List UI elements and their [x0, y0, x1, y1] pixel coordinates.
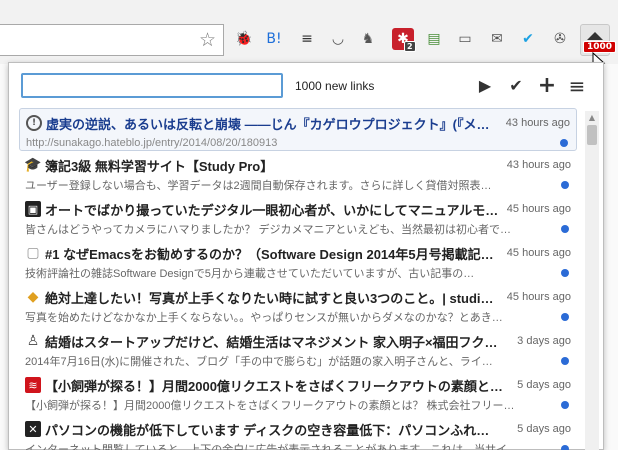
scrollbar[interactable]: ▲	[585, 111, 599, 450]
favicon-icon: ✕	[25, 421, 41, 437]
unread-dot-icon[interactable]	[561, 268, 569, 277]
list-item[interactable]: ✕ パソコンの機能が低下しています ディスクの空き容量低下：パソコンふれ… 5 …	[19, 415, 577, 450]
link-snippet: ユーザー登録しない場合も、学習データは2週間自動保存されます。さらに詳しく貸借対…	[25, 179, 492, 192]
favicon-icon: ≋	[25, 377, 41, 393]
scroll-up-arrow-icon[interactable]: ▲	[585, 111, 599, 125]
bookmark-star-icon[interactable]: ☆	[199, 30, 219, 50]
address-bar[interactable]	[0, 24, 224, 56]
evernote-icon[interactable]: ♞	[357, 28, 379, 50]
search-input[interactable]	[21, 73, 283, 98]
link-title[interactable]: 虚実の逆説、あるいは反転と崩壊 ――じん『カゲロウプロジェクト』(『メカク…	[46, 114, 500, 133]
buffer-icon[interactable]: ≡	[296, 28, 318, 50]
link-title[interactable]: 絶対上達したい！写真が上手くなりたい時に試すと良い3つのこと。| studi…	[45, 288, 501, 307]
unread-dot-icon[interactable]	[560, 138, 568, 147]
link-title[interactable]: 簿記3級 無料学習サイト【Study Pro】	[45, 156, 501, 175]
checkbox-icon[interactable]: ✔	[517, 28, 539, 50]
favicon-icon: !	[26, 115, 42, 131]
pocket-icon[interactable]: ◡	[327, 28, 349, 50]
list-item[interactable]: ♙ 結婚はスタートアップだけど、結婚生活はマネジメント 家入明子×福田フク… 3…	[19, 327, 577, 371]
link-age: 3 days ago	[517, 335, 571, 347]
new-links-count: 1000 new links	[295, 79, 375, 93]
menu-button[interactable]: ≡	[567, 76, 587, 96]
list-item[interactable]: ▢ #1 なぜEmacsをお勧めするのか？（Software Design 20…	[19, 239, 577, 283]
link-snippet: http://sunakago.hateblo.jp/entry/2014/08…	[26, 136, 278, 149]
link-snippet: 【小飼弾が探る！】月間2000億リクエストをさばくフリークアウトの素顔とは？ 株…	[25, 399, 515, 412]
link-title[interactable]: 【小飼弾が探る！】月間2000億リクエストをさばくフリークアウトの素顔とは…	[45, 376, 511, 395]
link-age: 45 hours ago	[506, 203, 571, 215]
link-title[interactable]: パソコンの機能が低下しています ディスクの空き容量低下：パソコンふれ…	[45, 420, 511, 439]
list-item[interactable]: 🎓 簿記3級 無料学習サイト【Study Pro】 43 hours ago ユ…	[19, 151, 577, 195]
link-reader-popup: 1000 new links ▶ ✔ + ≡ ! 虚実の逆説、あるいは反転と崩壊…	[8, 62, 604, 450]
link-age: 43 hours ago	[505, 117, 570, 129]
add-button[interactable]: +	[537, 75, 557, 97]
link-title[interactable]: #1 なぜEmacsをお勧めするのか？（Software Design 2014…	[45, 244, 501, 263]
unread-dot-icon[interactable]	[561, 312, 569, 321]
link-list: ! 虚実の逆説、あるいは反転と崩壊 ――じん『カゲロウプロジェクト』(『メカク……	[19, 108, 577, 450]
bug-icon[interactable]: 🐞	[233, 28, 255, 50]
unread-dot-icon[interactable]	[561, 356, 569, 365]
list-item[interactable]: ≋ 【小飼弾が探る！】月間2000億リクエストをさばくフリークアウトの素顔とは……	[19, 371, 577, 415]
link-age: 5 days ago	[517, 423, 571, 435]
favicon-icon: 🎓	[24, 157, 42, 173]
satellite-icon[interactable]: ✇	[549, 28, 571, 50]
favicon-icon: ▢	[26, 245, 40, 261]
feed-icon[interactable]: ▤	[423, 28, 445, 50]
scroll-thumb[interactable]	[587, 125, 597, 145]
link-age: 5 days ago	[517, 379, 571, 391]
link-snippet: 皆さんはどうやってカメラにハマりましたか？ デジカメマニアといえども、当然最初は…	[25, 223, 511, 236]
link-age: 43 hours ago	[506, 159, 571, 171]
extension-badge: 2	[404, 41, 416, 52]
unread-dot-icon[interactable]	[561, 180, 569, 189]
unread-dot-icon[interactable]	[561, 400, 569, 409]
list-item[interactable]: ! 虚実の逆説、あるいは反転と崩壊 ――じん『カゲロウプロジェクト』(『メカク……	[19, 108, 577, 151]
link-snippet: 2014年7月16日(水)に開催された、ブログ「手の中で膨らむ」が話題の家入明子…	[25, 355, 493, 368]
favicon-icon: ♙	[26, 333, 40, 349]
reader-icon[interactable]: ▭	[454, 28, 476, 50]
link-snippet: インターネット閲覧していると、上下の余白に広告が表示されることがあります。これは…	[25, 443, 519, 450]
play-button[interactable]: ▶	[475, 76, 495, 96]
favicon-icon: ◆	[27, 289, 39, 305]
link-title[interactable]: 結婚はスタートアップだけど、結婚生活はマネジメント 家入明子×福田フク…	[45, 332, 511, 351]
link-title[interactable]: オートでばかり撮っていたデジタル一眼初心者が、いかにしてマニュアルモ…	[45, 200, 501, 219]
link-snippet: 技術評論社の雑誌Software Designで5月から連載させていただいていま…	[25, 267, 475, 280]
browser-toolbar: ☆ 🐞 B! ≡ ◡ ♞ ✱ 2 ▤ ▭ ✉ ✔ ✇ 1000	[0, 0, 618, 72]
mark-read-button[interactable]: ✔	[506, 76, 526, 96]
hatena-bookmark-icon[interactable]: B!	[263, 28, 285, 50]
link-snippet: 写真を始めたけどなかなか上手くならない。。やっぱりセンスが無いからダメなのかな？…	[25, 311, 503, 324]
unread-dot-icon[interactable]	[561, 444, 569, 450]
favicon-icon: ▣	[25, 201, 41, 217]
mail-icon[interactable]: ✉	[486, 28, 508, 50]
link-age: 45 hours ago	[506, 291, 571, 303]
link-age: 45 hours ago	[506, 247, 571, 259]
unread-dot-icon[interactable]	[561, 224, 569, 233]
list-item[interactable]: ▣ オートでばかり撮っていたデジタル一眼初心者が、いかにしてマニュアルモ… 45…	[19, 195, 577, 239]
list-item[interactable]: ◆ 絶対上達したい！写真が上手くなりたい時に試すと良い3つのこと。| studi…	[19, 283, 577, 327]
